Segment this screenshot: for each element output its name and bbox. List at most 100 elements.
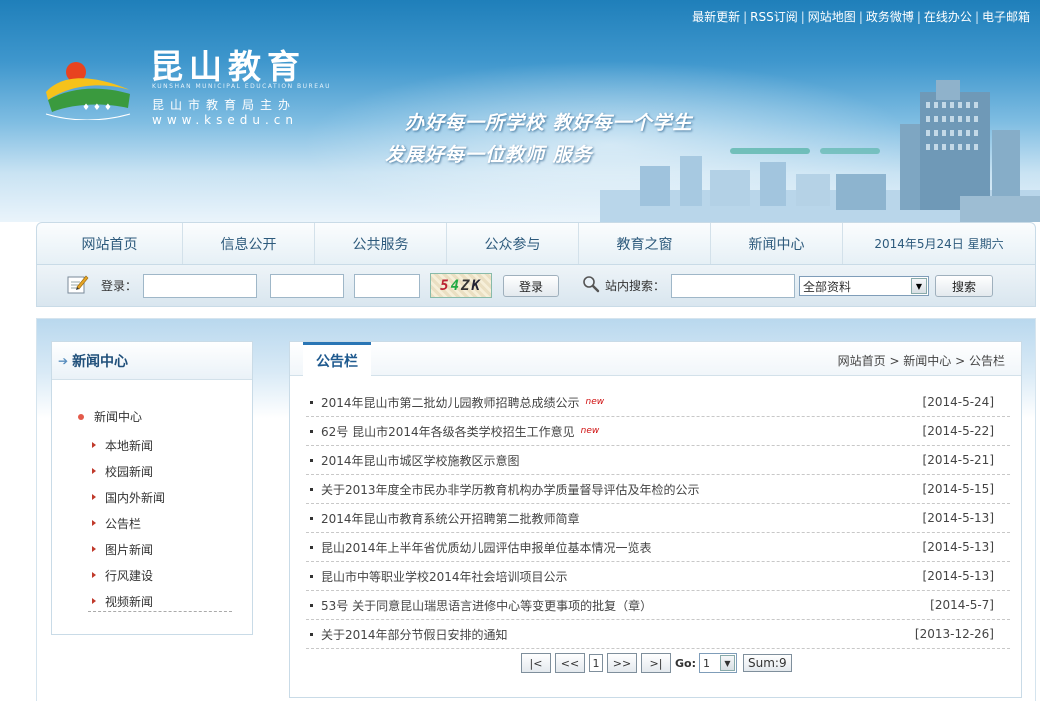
main-nav: 网站首页 信息公开 公共服务 公众参与 教育之窗 新闻中心 2014年5月24日…	[36, 222, 1036, 265]
top-link-email[interactable]: 电子邮箱	[982, 10, 1030, 24]
first-page-button[interactable]: |<	[521, 653, 551, 673]
nav-item-education-window[interactable]: 教育之窗	[579, 223, 711, 264]
bullet-icon	[310, 545, 313, 549]
sidebar-item-local-news[interactable]: 本地新闻	[92, 432, 165, 458]
sidebar-item-campus-news[interactable]: 校园新闻	[92, 458, 165, 484]
sidebar-item-label: 视频新闻	[105, 594, 154, 609]
news-date: [2014-5-13]	[922, 569, 994, 583]
bullet-icon	[310, 574, 313, 578]
news-item[interactable]: 关于2013年度全市民办非学历教育机构办学质量督导评估及年检的公示 [2014-5…	[306, 475, 1010, 504]
news-item[interactable]: 53号 关于同意昆山瑞思语言进修中心等变更事项的批复（章） [2014-5-7]	[306, 591, 1010, 620]
login-button[interactable]: 登录	[503, 275, 559, 297]
top-links: 最新更新 | RSS订阅 | 网站地图 | 政务微博 | 在线办公 | 电子邮箱	[692, 10, 1030, 24]
pagination: |< << 1 >> >| Go: 1 ▼ Sum:9	[521, 653, 792, 673]
prev-page-button[interactable]: <<	[555, 653, 585, 673]
news-item[interactable]: 62号 昆山市2014年各级各类学校招生工作意见 new [2014-5-22]	[306, 417, 1010, 446]
sidebar-list: 本地新闻 校园新闻 国内外新闻 公告栏 图片新闻 行风建设 视频新闻	[92, 432, 165, 614]
triangle-bullet-icon	[92, 494, 96, 500]
sidebar-item-label: 校园新闻	[105, 464, 154, 479]
pencil-icon	[67, 275, 89, 294]
nav-item-participation[interactable]: 公众参与	[447, 223, 579, 264]
nav-item-news-center[interactable]: 新闻中心	[711, 223, 843, 264]
sidebar-root-item[interactable]: 新闻中心	[78, 408, 142, 425]
site-sponsor: 昆山市教育局主办	[152, 98, 297, 112]
current-page[interactable]: 1	[589, 654, 603, 672]
site-title-en: KUNSHAN MUNICIPAL EDUCATION BUREAU	[152, 83, 331, 90]
password-input[interactable]	[270, 274, 344, 298]
triangle-bullet-icon	[92, 598, 96, 604]
news-title[interactable]: 62号 昆山市2014年各级各类学校招生工作意见	[321, 423, 575, 440]
last-page-button[interactable]: >|	[641, 653, 671, 673]
sidebar-item-label: 行风建设	[105, 568, 154, 583]
content-panel: 公告栏 网站首页 > 新闻中心 > 公告栏 2014年昆山市第二批幼儿园教师招聘…	[289, 341, 1022, 698]
news-title[interactable]: 53号 关于同意昆山瑞思语言进修中心等变更事项的批复（章）	[321, 597, 652, 614]
top-link-rss[interactable]: RSS订阅	[750, 10, 798, 24]
chevron-down-icon: ▼	[720, 655, 735, 671]
news-title[interactable]: 昆山2014年上半年省优质幼儿园评估申报单位基本情况一览表	[321, 539, 652, 556]
news-date: [2014-5-15]	[922, 482, 994, 496]
search-input[interactable]	[671, 274, 795, 298]
news-title[interactable]: 关于2014年部分节假日安排的通知	[321, 626, 508, 643]
sidebar-item-label: 图片新闻	[105, 542, 154, 557]
news-date: [2014-5-13]	[922, 511, 994, 525]
new-badge: new	[580, 426, 600, 436]
bullet-icon	[310, 516, 313, 520]
sidebar-item-label: 公告栏	[105, 516, 142, 531]
news-date: [2013-12-26]	[914, 627, 994, 641]
captcha-input[interactable]	[354, 274, 420, 298]
search-button[interactable]: 搜索	[935, 275, 993, 297]
news-date: [2014-5-7]	[930, 598, 994, 612]
top-link-latest[interactable]: 最新更新	[692, 10, 740, 24]
username-input[interactable]	[143, 274, 257, 298]
news-title[interactable]: 2014年昆山市教育系统公开招聘第二批教师简章	[321, 510, 580, 527]
svg-text:♦ ♦ ♦: ♦ ♦ ♦	[82, 103, 112, 113]
site-logo[interactable]: ♦ ♦ ♦	[42, 52, 132, 120]
search-scope-select[interactable]: 全部资料 ▼	[799, 276, 929, 296]
sidebar-item-photo-news[interactable]: 图片新闻	[92, 536, 165, 562]
triangle-bullet-icon	[92, 572, 96, 578]
bullet-icon	[310, 400, 313, 404]
sidebar-item-label: 国内外新闻	[105, 490, 166, 505]
news-title[interactable]: 关于2013年度全市民办非学历教育机构办学质量督导评估及年检的公示	[321, 481, 700, 498]
site-title: 昆山教育	[150, 47, 306, 86]
sidebar-item-conduct[interactable]: 行风建设	[92, 562, 165, 588]
sidebar-item-world-news[interactable]: 国内外新闻	[92, 484, 165, 510]
captcha-image[interactable]: 54ZK	[430, 273, 492, 298]
next-page-button[interactable]: >>	[607, 653, 637, 673]
top-link-weibo[interactable]: 政务微博	[866, 10, 914, 24]
captcha-char: K	[471, 277, 482, 294]
bullet-icon	[310, 603, 313, 607]
tab-bulletin[interactable]: 公告栏	[303, 342, 371, 376]
bullet-icon	[310, 429, 313, 433]
news-date: [2014-5-21]	[922, 453, 994, 467]
triangle-bullet-icon	[92, 442, 96, 448]
news-title[interactable]: 昆山市中等职业学校2014年社会培训项目公示	[321, 568, 568, 585]
nav-item-info-public[interactable]: 信息公开	[183, 223, 315, 264]
triangle-bullet-icon	[92, 468, 96, 474]
nav-item-home[interactable]: 网站首页	[37, 223, 183, 264]
news-item[interactable]: 2014年昆山市第二批幼儿园教师招聘总成绩公示 new [2014-5-24]	[306, 388, 1010, 417]
sidebar-item-bulletin[interactable]: 公告栏	[92, 510, 165, 536]
sidebar-header: ➔ 新闻中心	[52, 342, 252, 380]
news-item[interactable]: 昆山市中等职业学校2014年社会培训项目公示 [2014-5-13]	[306, 562, 1010, 591]
triangle-bullet-icon	[92, 520, 96, 526]
search-label: 站内搜索：	[605, 279, 666, 293]
new-badge: new	[585, 397, 605, 407]
top-link-online-office[interactable]: 在线办公	[924, 10, 972, 24]
top-link-sitemap[interactable]: 网站地图	[808, 10, 856, 24]
news-date: [2014-5-13]	[922, 540, 994, 554]
page-select[interactable]: 1 ▼	[699, 653, 737, 673]
news-item[interactable]: 2014年昆山市教育系统公开招聘第二批教师简章 [2014-5-13]	[306, 504, 1010, 533]
news-item[interactable]: 昆山2014年上半年省优质幼儿园评估申报单位基本情况一览表 [2014-5-13]	[306, 533, 1010, 562]
news-date: [2014-5-24]	[922, 395, 994, 409]
sidebar: ➔ 新闻中心 新闻中心 本地新闻 校园新闻 国内外新闻 公告栏 图片新闻 行风建…	[51, 341, 253, 635]
news-title[interactable]: 2014年昆山市城区学校施教区示意图	[321, 452, 520, 469]
news-item[interactable]: 关于2014年部分节假日安排的通知 [2013-12-26]	[306, 620, 1010, 649]
nav-item-public-service[interactable]: 公共服务	[315, 223, 447, 264]
news-title[interactable]: 2014年昆山市第二批幼儿园教师招聘总成绩公示	[321, 394, 580, 411]
bullet-icon	[310, 458, 313, 462]
sidebar-root-label: 新闻中心	[94, 410, 143, 424]
go-label: Go:	[675, 656, 696, 670]
news-item[interactable]: 2014年昆山市城区学校施教区示意图 [2014-5-21]	[306, 446, 1010, 475]
triangle-bullet-icon	[92, 546, 96, 552]
